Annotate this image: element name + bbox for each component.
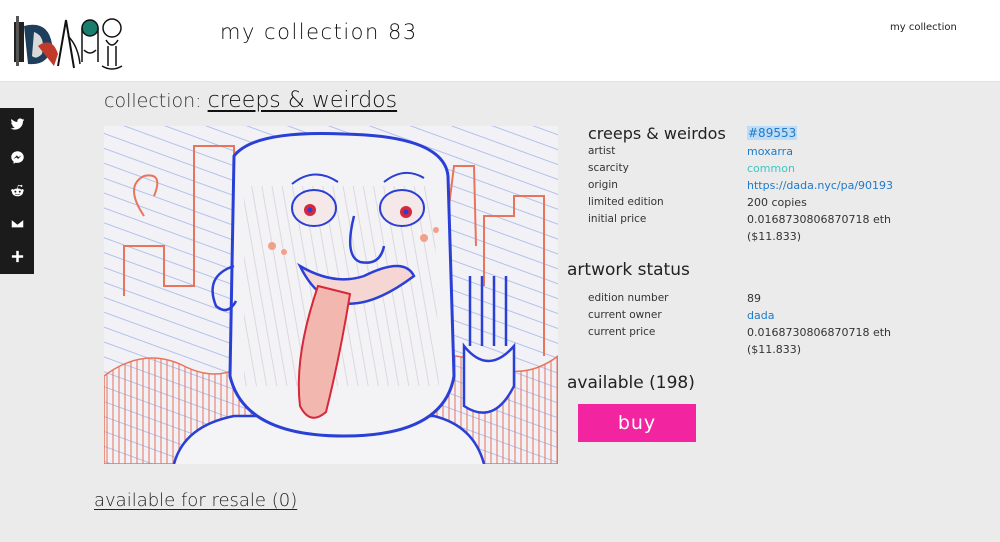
current-price-value: 0.0168730806870718 eth [747, 326, 892, 339]
available-for-resale-link[interactable]: available for resale (0) [94, 490, 297, 511]
messenger-icon [10, 151, 24, 164]
share-twitter-button[interactable] [0, 108, 34, 141]
artwork-id[interactable]: #89553 [747, 126, 798, 140]
site-title: my collection 83 [220, 20, 418, 44]
scarcity-value: common [747, 162, 795, 175]
initial-price-value: 0.0168730806870718 eth [747, 213, 892, 226]
edition-number-value: 89 [747, 292, 761, 305]
site-header: my collection 83 my collection [0, 0, 1000, 82]
mail-icon [10, 218, 24, 229]
dada-logo-icon [14, 16, 123, 70]
collection-heading: collection: creeps & weirdos [104, 88, 397, 113]
share-mail-button[interactable] [0, 207, 34, 240]
available-count: available (198) [567, 373, 695, 393]
dada-logo[interactable] [8, 6, 128, 76]
origin-link[interactable]: https://dada.nyc/pa/90193 [747, 177, 947, 194]
current-price-label: current price [588, 326, 656, 338]
share-more-button[interactable] [0, 240, 34, 273]
artist-link[interactable]: moxarra [747, 143, 947, 160]
artwork-status-heading: artwork status [567, 260, 690, 280]
scarcity-label: scarcity [588, 162, 629, 174]
buy-button[interactable]: buy [578, 404, 696, 442]
limited-edition-label: limited edition [588, 196, 664, 208]
nav-my-collection-link[interactable]: my collection [890, 22, 957, 33]
artwork-illustration [104, 126, 558, 464]
current-price-usd: ($11.833) [747, 343, 802, 356]
share-messenger-button[interactable] [0, 141, 34, 174]
reddit-icon [10, 184, 24, 197]
current-owner-link[interactable]: dada [747, 307, 947, 324]
limited-edition-value: 200 copies [747, 196, 807, 209]
initial-price-usd: ($11.833) [747, 230, 802, 243]
artist-label: artist [588, 145, 616, 157]
plus-icon [11, 250, 23, 263]
twitter-icon [10, 118, 24, 130]
initial-price-label: initial price [588, 213, 647, 225]
share-bar [0, 108, 34, 274]
edition-number-label: edition number [588, 292, 669, 304]
artwork-title: creeps & weirdos [588, 124, 726, 143]
current-owner-label: current owner [588, 309, 662, 321]
artwork-image[interactable] [104, 126, 558, 464]
origin-label: origin [588, 179, 618, 191]
collection-name-link[interactable]: creeps & weirdos [208, 88, 397, 113]
collection-prefix: collection: [104, 90, 202, 112]
share-reddit-button[interactable] [0, 174, 34, 207]
